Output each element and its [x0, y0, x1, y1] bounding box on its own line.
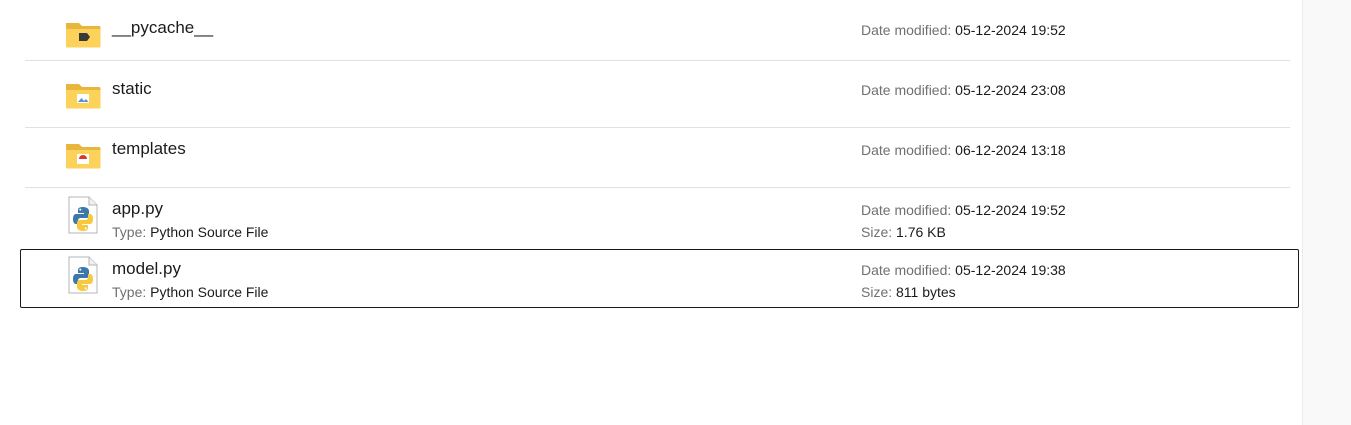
file-type: Type: Python Source File	[112, 284, 269, 300]
file-name: static	[112, 79, 152, 98]
row-divider	[25, 60, 1290, 61]
folder-icon	[66, 84, 101, 109]
list-item-pycache[interactable]: __pycache__ Date modified: 05-12-2024 19…	[0, 0, 1302, 61]
row-divider	[25, 187, 1290, 188]
date-modified: Date modified: 05-12-2024 19:52	[861, 202, 1066, 218]
file-size: Size: 1.76 KB	[861, 224, 946, 240]
file-name: templates	[112, 139, 186, 158]
folder-icon	[66, 144, 101, 169]
folder-icon	[66, 23, 101, 48]
file-size: Size: 811 bytes	[861, 284, 956, 300]
file-name: __pycache__	[112, 18, 214, 37]
list-item-templates[interactable]: templates Date modified: 06-12-2024 13:1…	[0, 129, 1302, 189]
file-type: Type: Python Source File	[112, 224, 269, 240]
row-divider	[25, 127, 1290, 128]
scrollbar-track[interactable]	[1302, 0, 1351, 425]
list-item-app-py[interactable]: app.py Type: Python Source File Date mod…	[0, 189, 1302, 249]
date-modified: Date modified: 06-12-2024 13:18	[861, 142, 1066, 158]
list-item-static[interactable]: static Date modified: 05-12-2024 23:08	[0, 69, 1302, 129]
file-name: model.py	[112, 259, 181, 278]
python-file-icon	[68, 196, 98, 234]
file-name: app.py	[112, 199, 164, 218]
date-modified: Date modified: 05-12-2024 23:08	[861, 82, 1066, 98]
date-modified: Date modified: 05-12-2024 19:52	[861, 22, 1066, 38]
list-item-model-py[interactable]: model.py Type: Python Source File Date m…	[0, 249, 1302, 309]
python-file-icon	[68, 256, 98, 294]
date-modified: Date modified: 05-12-2024 19:38	[861, 262, 1066, 278]
file-explorer-details-pane: __pycache__ Date modified: 05-12-2024 19…	[0, 0, 1302, 425]
